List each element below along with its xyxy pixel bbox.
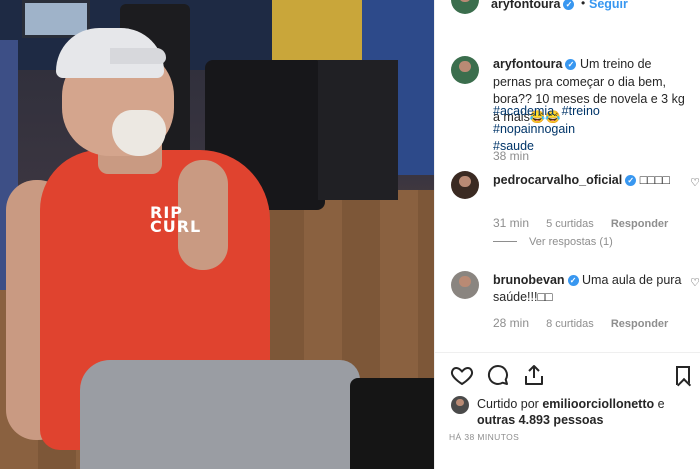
actions-divider <box>435 352 700 353</box>
heart-icon[interactable] <box>449 363 475 389</box>
likes-count[interactable]: outras 4.893 pessoas <box>477 413 603 427</box>
commenter-avatar[interactable] <box>451 171 479 199</box>
shirt-logo-line2: CURL <box>150 217 202 236</box>
likes-conjunction: e <box>657 397 665 411</box>
caption-username[interactable]: aryfontoura <box>493 57 562 71</box>
verified-icon: ✓ <box>567 275 579 286</box>
hashtag[interactable]: #treino <box>562 104 600 118</box>
verified-icon: ✓ <box>565 59 577 70</box>
comment-likes[interactable]: 5 curtidas <box>546 218 594 230</box>
hashtag[interactable]: #nopainnogain <box>493 122 575 136</box>
reply-button[interactable]: Responder <box>611 318 668 330</box>
comment-likes[interactable]: 8 curtidas <box>546 318 594 330</box>
header-separator: • <box>581 0 586 10</box>
shirt-logo: RIP CURL <box>150 205 220 252</box>
replies-line <box>493 241 517 242</box>
comment-meta: 31 min 5 curtidas Responder <box>493 216 668 230</box>
follow-button[interactable]: Seguir <box>589 0 628 11</box>
comment-icon[interactable] <box>485 363 511 389</box>
comment-username[interactable]: pedrocarvalho_oficial <box>493 173 622 187</box>
verified-icon: ✓ <box>625 175 637 186</box>
caption-time: 38 min <box>493 149 530 163</box>
commenter-avatar[interactable] <box>451 271 479 299</box>
share-icon[interactable] <box>521 363 547 389</box>
likes-summary: Curtido por emilioorciollonetto e outras… <box>477 396 695 428</box>
liker-avatar[interactable] <box>451 396 469 414</box>
comment-time: 31 min <box>493 216 530 230</box>
comment: pedrocarvalho_oficial ✓ □□□□ <box>493 172 693 189</box>
verified-icon: ✓ <box>563 0 575 10</box>
view-replies[interactable]: Ver respostas (1) <box>493 236 613 248</box>
hashtag[interactable]: #academia <box>493 104 554 118</box>
comment-like-icon[interactable]: ♡ <box>690 176 700 189</box>
post-side-panel: aryfontoura ✓ • Seguir aryfontoura ✓ Um tr… <box>434 0 700 469</box>
post-photo[interactable]: RIP CURL <box>0 0 434 469</box>
bookmark-icon[interactable] <box>676 366 690 385</box>
author-username[interactable]: aryfontoura ✓ <box>491 0 575 11</box>
liker-username[interactable]: emilioorciollonetto <box>542 397 654 411</box>
posted-timestamp: HÁ 38 MINUTOS <box>449 432 520 442</box>
comment-meta: 28 min 8 curtidas Responder <box>493 316 668 330</box>
bench-seat <box>350 378 434 469</box>
reply-button[interactable]: Responder <box>611 218 668 230</box>
author-avatar[interactable] <box>451 0 479 14</box>
view-replies-label[interactable]: Ver respostas (1) <box>529 236 613 248</box>
post-header: aryfontoura ✓ • Seguir <box>435 0 700 16</box>
comment: brunobevan ✓ Uma aula de pura saúde!!!□□ <box>493 272 693 306</box>
likes-prefix: Curtido por <box>477 397 539 411</box>
comment-username[interactable]: brunobevan <box>493 273 565 287</box>
comment-like-icon[interactable]: ♡ <box>690 276 700 289</box>
cap-bill <box>110 48 166 64</box>
comment-time: 28 min <box>493 316 530 330</box>
hashtag-list: #academia #treino #nopainnogain #saude <box>493 103 693 156</box>
caption-avatar[interactable] <box>451 56 479 84</box>
comment-text: □□□□ <box>639 173 670 187</box>
grey-shorts <box>80 360 360 469</box>
